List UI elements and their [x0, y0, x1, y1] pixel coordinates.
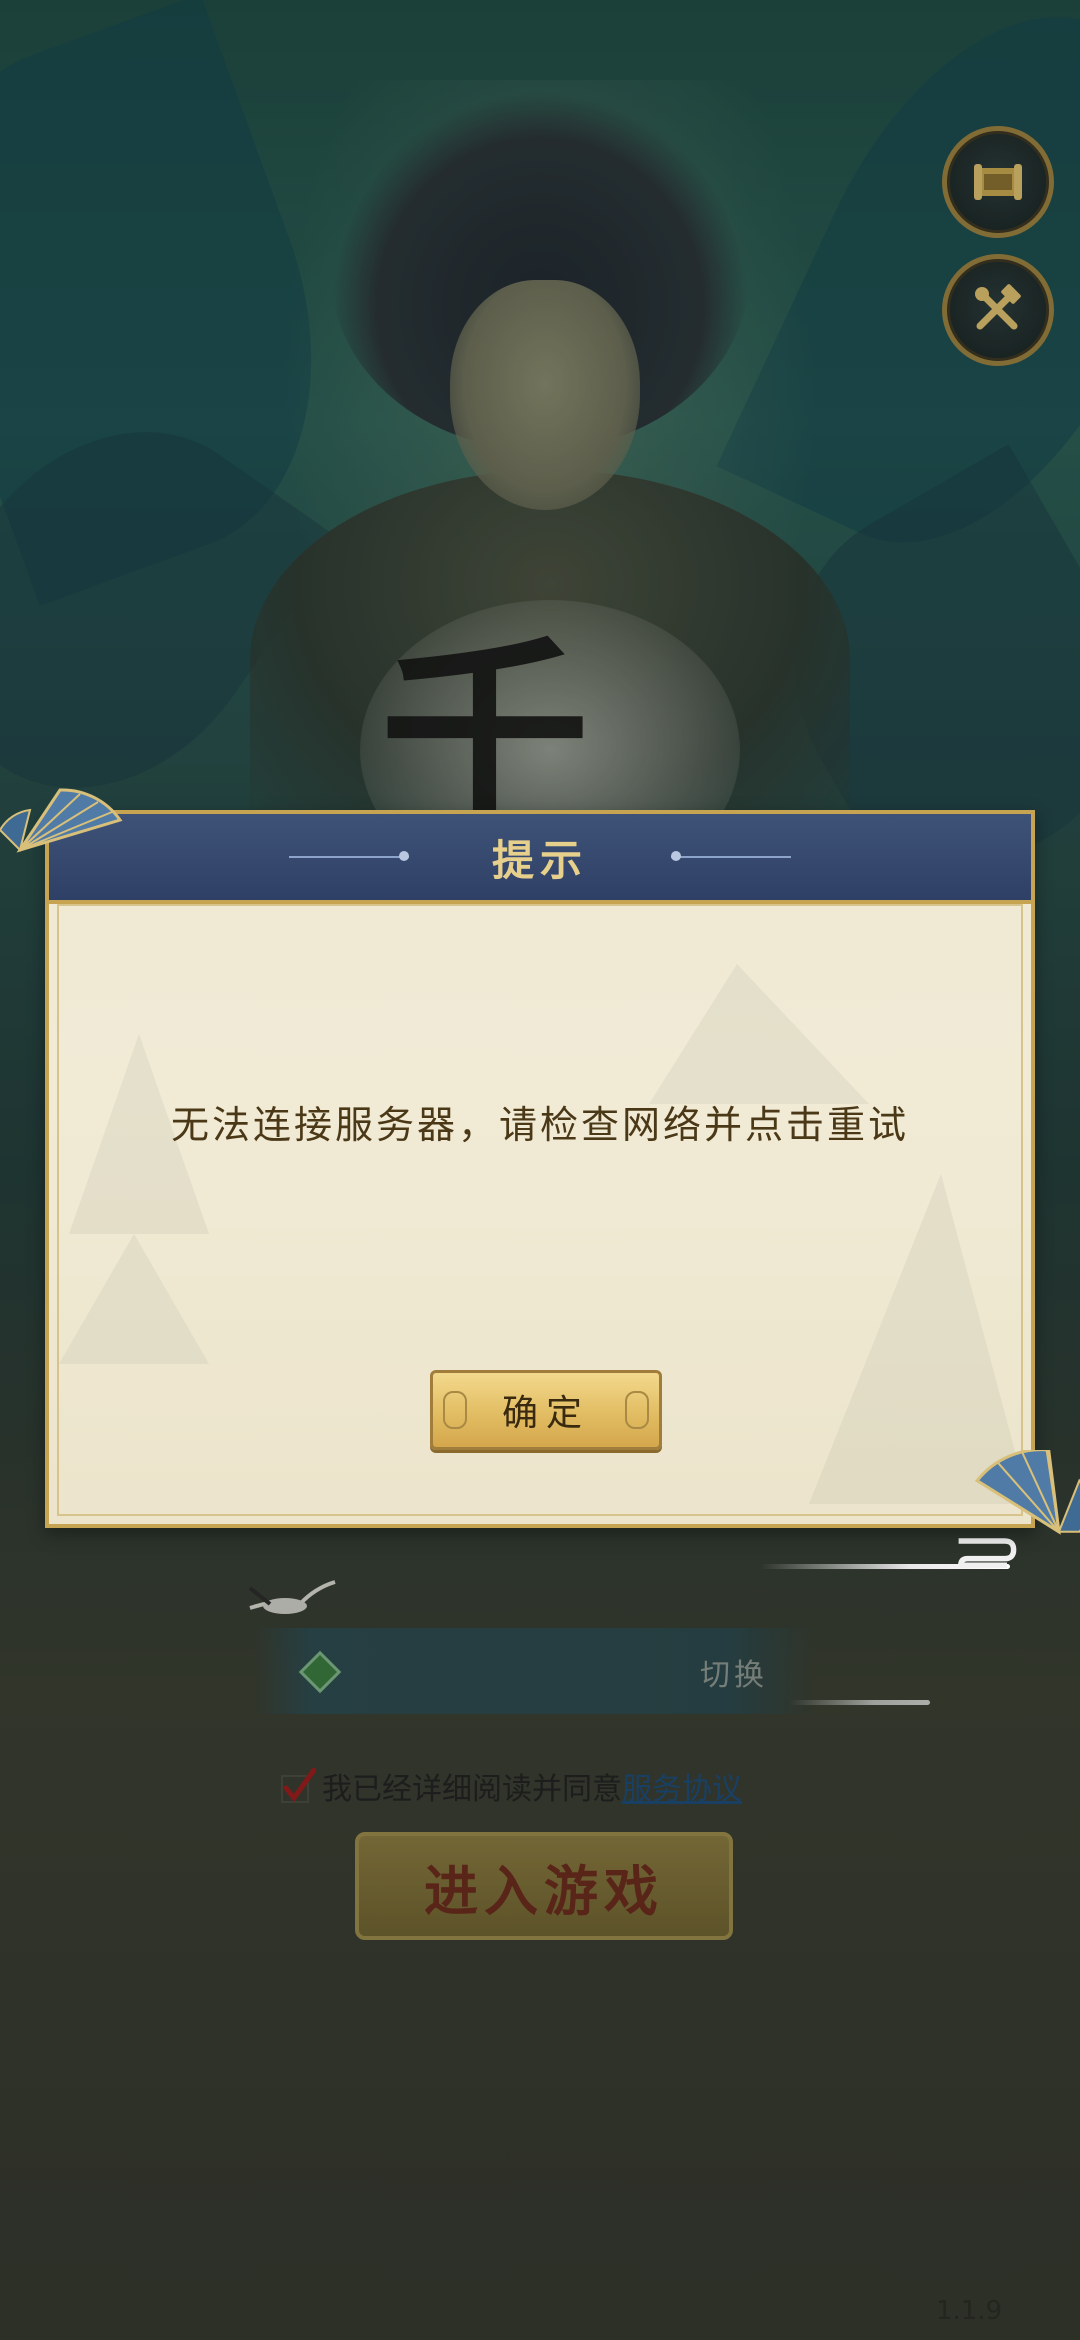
dialog-header: 提示: [49, 814, 1031, 904]
dialog-title: 提示: [491, 835, 588, 885]
button-ornament: [625, 1391, 649, 1429]
header-ornament-dot: [399, 851, 409, 861]
header-ornament-dot: [671, 851, 681, 861]
header-ornament-line: [671, 856, 791, 858]
wind-streak: [790, 1700, 930, 1705]
button-ornament: [443, 1391, 467, 1429]
folding-fan-icon: [0, 788, 123, 853]
confirm-button[interactable]: 确定: [430, 1370, 662, 1450]
folding-fan-icon: [974, 1450, 1080, 1535]
dialog-message: 无法连接服务器，请检查网络并点击重试: [170, 1103, 909, 1147]
alert-dialog: 提示 无法连接服务器，请检查网络并点击重试 确定: [45, 810, 1035, 1528]
confirm-label: 确定: [501, 1393, 590, 1434]
header-ornament-line: [289, 856, 409, 858]
game-login-screen: 千 切换 我已经详细阅读并同意 服务协议 进入游戏 1.1.9 提示 无法连接服…: [0, 0, 1080, 2340]
